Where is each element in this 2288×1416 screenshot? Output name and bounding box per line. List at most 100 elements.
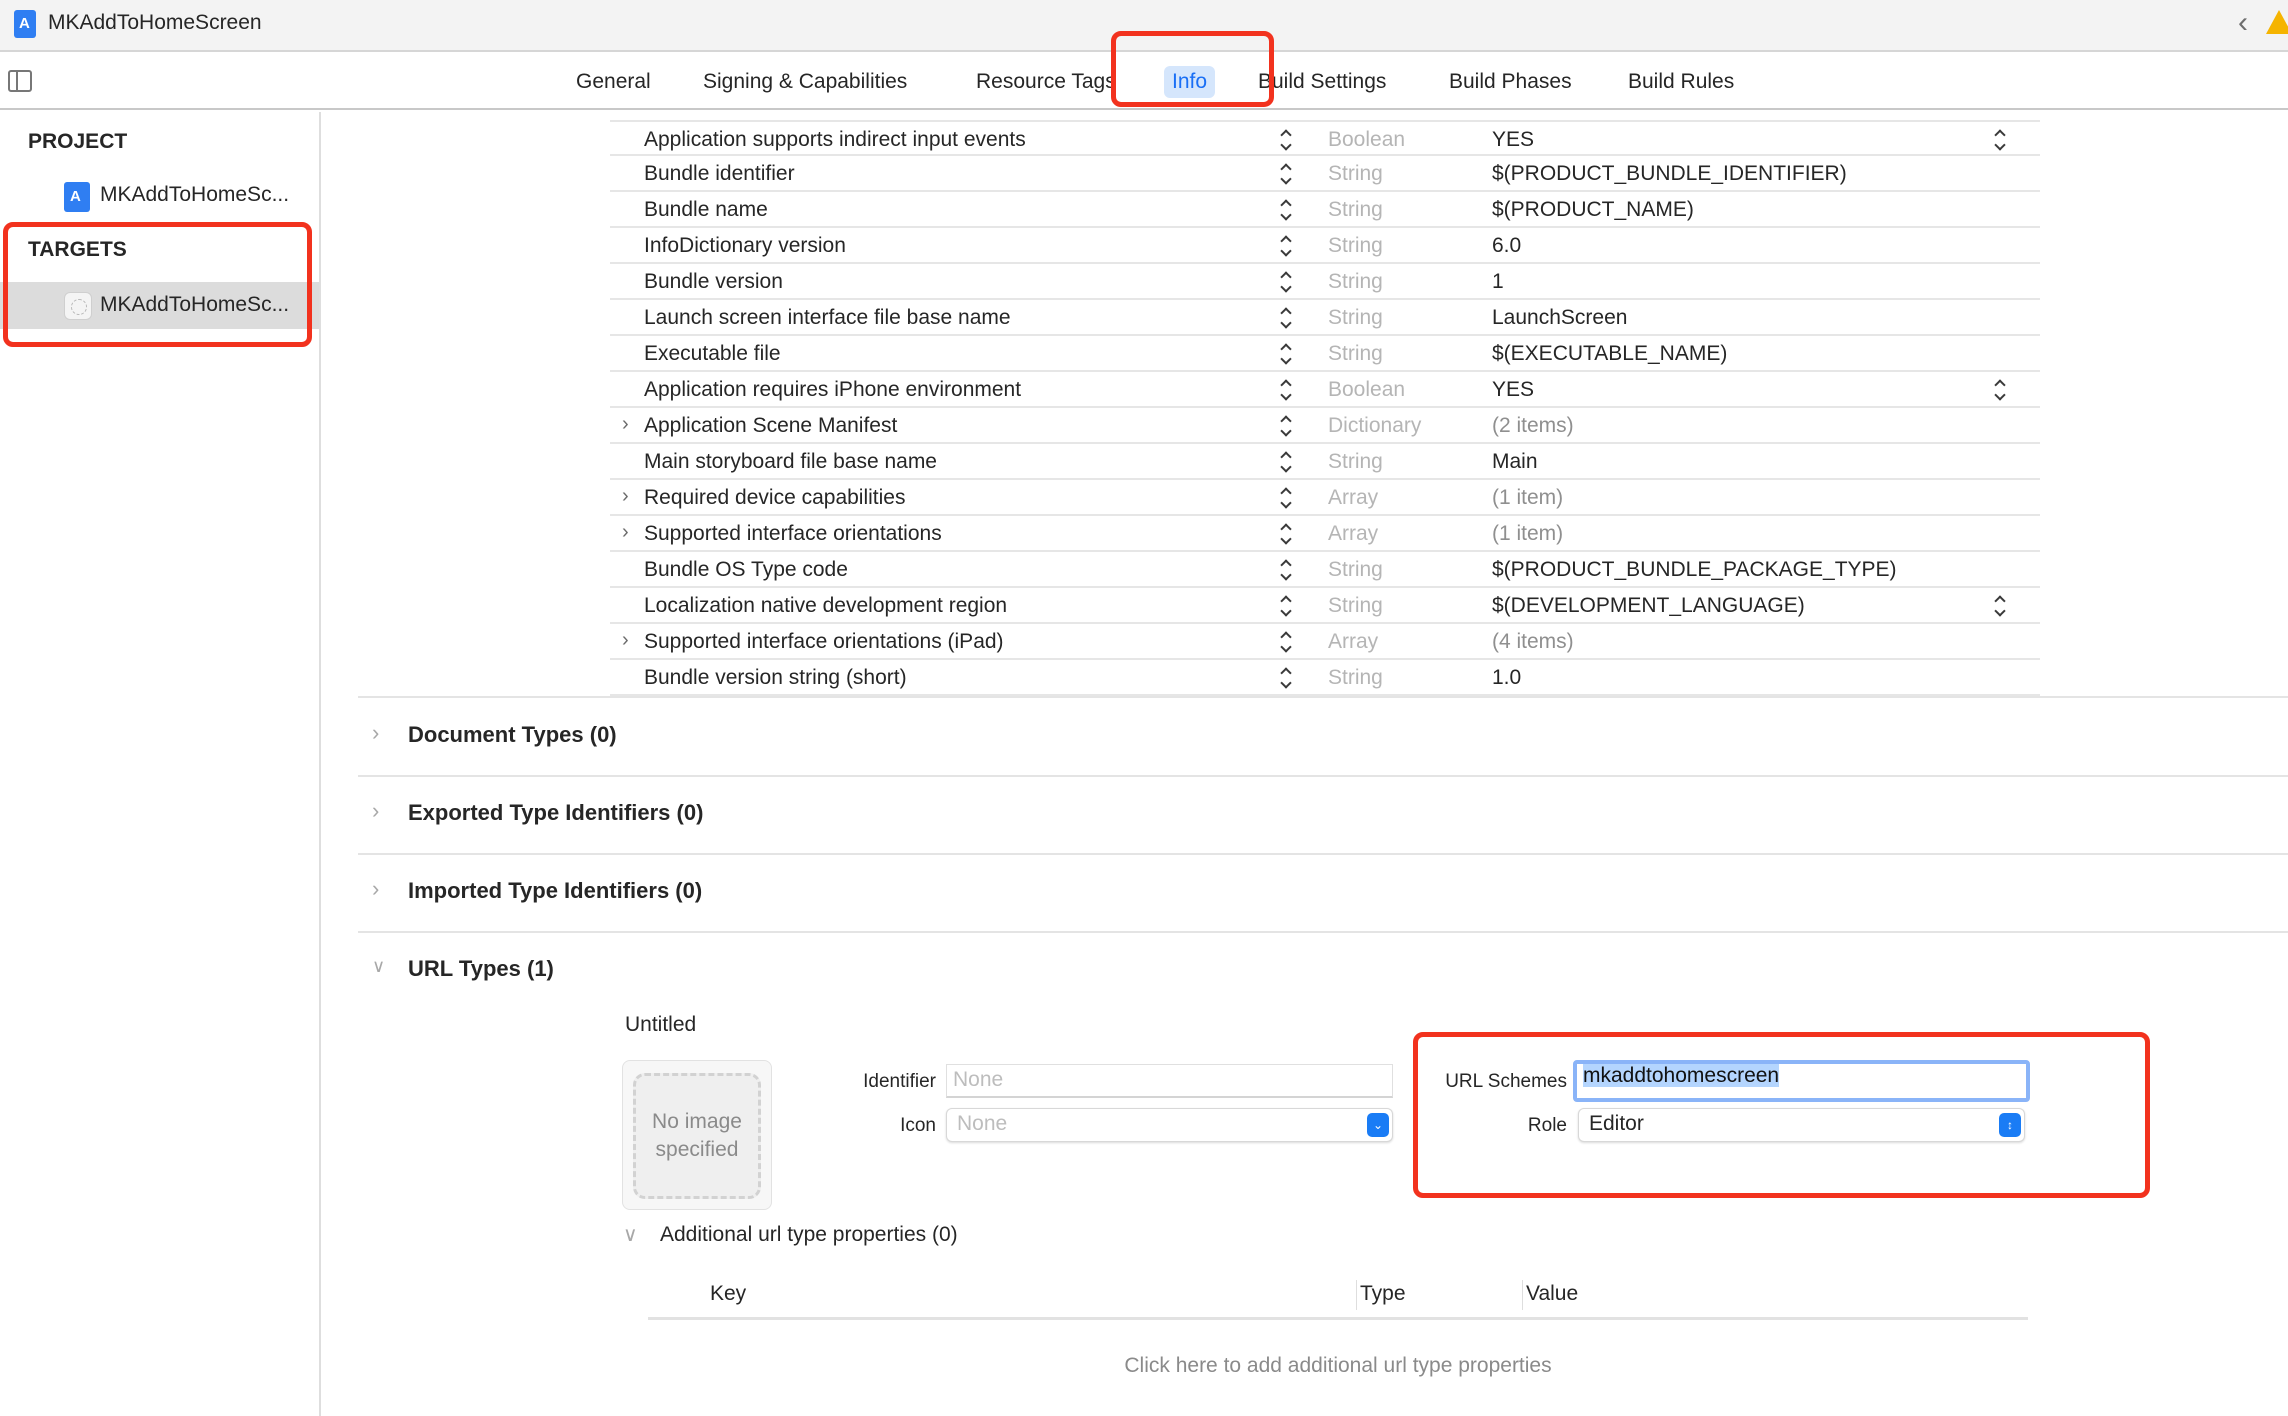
- role-popup[interactable]: Editor ↕: [1578, 1108, 2025, 1142]
- property-row[interactable]: Bundle identifier String $(PRODUCT_BUNDLE_…: [610, 156, 2040, 192]
- property-row[interactable]: Application supports indirect input even…: [610, 120, 2040, 156]
- key-stepper-icon[interactable]: [1280, 268, 1294, 296]
- property-type[interactable]: String: [1328, 162, 1383, 186]
- property-type[interactable]: String: [1328, 450, 1383, 474]
- property-value[interactable]: $(PRODUCT_BUNDLE_PACKAGE_TYPE): [1492, 558, 1897, 582]
- key-stepper-icon[interactable]: [1280, 126, 1294, 154]
- warning-icon[interactable]: [2266, 10, 2288, 34]
- property-row[interactable]: Bundle name String $(PRODUCT_NAME): [610, 192, 2040, 228]
- icon-popup[interactable]: None ⌄: [946, 1108, 1393, 1142]
- property-key[interactable]: Application requires iPhone environment: [644, 378, 1021, 402]
- property-value[interactable]: LaunchScreen: [1492, 306, 1627, 330]
- property-type[interactable]: String: [1328, 234, 1383, 258]
- property-type[interactable]: Array: [1328, 486, 1378, 510]
- column-header-type[interactable]: Type: [1360, 1282, 1406, 1306]
- property-key[interactable]: Main storyboard file base name: [644, 450, 937, 474]
- property-type[interactable]: Array: [1328, 630, 1378, 654]
- property-row[interactable]: › Supported interface orientations Array (1…: [610, 516, 2040, 552]
- property-type[interactable]: String: [1328, 594, 1383, 618]
- property-key[interactable]: Application supports indirect input even…: [644, 128, 1026, 152]
- chevron-left-icon[interactable]: ‹: [2238, 6, 2248, 40]
- url-type-image-well[interactable]: No image specified: [622, 1060, 772, 1210]
- key-stepper-icon[interactable]: [1280, 340, 1294, 368]
- tab-resource-tags[interactable]: Resource Tags: [968, 66, 1124, 98]
- property-value[interactable]: $(DEVELOPMENT_LANGUAGE): [1492, 594, 1805, 618]
- column-header-value[interactable]: Value: [1526, 1282, 1578, 1306]
- property-value[interactable]: Main: [1492, 450, 1538, 474]
- property-value[interactable]: (1 item): [1492, 522, 1563, 546]
- property-row[interactable]: › Required device capabilities Array (1 ite…: [610, 480, 2040, 516]
- property-row[interactable]: Bundle version String 1: [610, 264, 2040, 300]
- property-row[interactable]: Bundle version string (short) String 1.0: [610, 660, 2040, 696]
- property-key[interactable]: Supported interface orientations: [644, 522, 942, 546]
- property-type[interactable]: String: [1328, 270, 1383, 294]
- property-type[interactable]: String: [1328, 306, 1383, 330]
- tab-build-settings[interactable]: Build Settings: [1250, 66, 1394, 98]
- property-key[interactable]: Bundle version string (short): [644, 666, 907, 690]
- property-key[interactable]: Bundle OS Type code: [644, 558, 848, 582]
- property-row[interactable]: Localization native development region St…: [610, 588, 2040, 624]
- key-stepper-icon[interactable]: [1280, 160, 1294, 188]
- property-key[interactable]: Executable file: [644, 342, 781, 366]
- key-stepper-icon[interactable]: [1280, 412, 1294, 440]
- property-key[interactable]: Bundle version: [644, 270, 783, 294]
- tab-info[interactable]: Info: [1164, 66, 1216, 98]
- property-row[interactable]: Executable file String $(EXECUTABLE_NAME): [610, 336, 2040, 372]
- property-row[interactable]: › Application Scene Manifest Dictionary (2 …: [610, 408, 2040, 444]
- property-type[interactable]: String: [1328, 198, 1383, 222]
- value-stepper-icon[interactable]: [1994, 376, 2008, 404]
- property-row[interactable]: Application requires iPhone environment B…: [610, 372, 2040, 408]
- property-value[interactable]: 1: [1492, 270, 1504, 294]
- property-key[interactable]: Supported interface orientations (iPad): [644, 630, 1004, 654]
- property-type[interactable]: Boolean: [1328, 378, 1405, 402]
- property-key[interactable]: Launch screen interface file base name: [644, 306, 1011, 330]
- sidebar-toggle-icon[interactable]: [8, 70, 32, 92]
- property-value[interactable]: (1 item): [1492, 486, 1563, 510]
- property-value[interactable]: $(PRODUCT_BUNDLE_IDENTIFIER): [1492, 162, 1847, 186]
- tab-signing-capabilities[interactable]: Signing & Capabilities: [695, 66, 915, 98]
- column-header-key[interactable]: Key: [710, 1282, 746, 1306]
- key-stepper-icon[interactable]: [1280, 592, 1294, 620]
- property-type[interactable]: Array: [1328, 522, 1378, 546]
- chevron-right-icon[interactable]: ›: [622, 485, 629, 508]
- property-value[interactable]: (4 items): [1492, 630, 1574, 654]
- property-key[interactable]: InfoDictionary version: [644, 234, 846, 258]
- property-row[interactable]: InfoDictionary version String 6.0: [610, 228, 2040, 264]
- chevron-right-icon[interactable]: ›: [622, 629, 629, 652]
- property-value[interactable]: $(EXECUTABLE_NAME): [1492, 342, 1727, 366]
- property-row[interactable]: › Supported interface orientations (iPad)…: [610, 624, 2040, 660]
- property-key[interactable]: Localization native development region: [644, 594, 1007, 618]
- value-stepper-icon[interactable]: [1994, 592, 2008, 620]
- key-stepper-icon[interactable]: [1280, 520, 1294, 548]
- key-stepper-icon[interactable]: [1280, 628, 1294, 656]
- identifier-input[interactable]: None: [946, 1064, 1393, 1098]
- sidebar-item-project[interactable]: MKAddToHomeSc...: [0, 172, 319, 219]
- property-type[interactable]: Boolean: [1328, 128, 1405, 152]
- property-row[interactable]: Main storyboard file base name String Main: [610, 444, 2040, 480]
- property-key[interactable]: Bundle name: [644, 198, 768, 222]
- property-value[interactable]: $(PRODUCT_NAME): [1492, 198, 1694, 222]
- property-key[interactable]: Bundle identifier: [644, 162, 795, 186]
- property-value[interactable]: (2 items): [1492, 414, 1574, 438]
- key-stepper-icon[interactable]: [1280, 556, 1294, 584]
- chevron-down-icon[interactable]: ∨: [372, 956, 385, 977]
- key-stepper-icon[interactable]: [1280, 304, 1294, 332]
- key-stepper-icon[interactable]: [1280, 196, 1294, 224]
- chevron-right-icon[interactable]: ›: [622, 413, 629, 436]
- property-row[interactable]: Launch screen interface file base name St…: [610, 300, 2040, 336]
- value-stepper-icon[interactable]: [1994, 126, 2008, 154]
- property-row[interactable]: Bundle OS Type code String $(PRODUCT_BUNDL…: [610, 552, 2040, 588]
- url-schemes-input[interactable]: mkaddtohomescreen: [1573, 1060, 2030, 1102]
- key-stepper-icon[interactable]: [1280, 664, 1294, 692]
- property-type[interactable]: String: [1328, 666, 1383, 690]
- tab-build-rules[interactable]: Build Rules: [1620, 66, 1742, 98]
- chevron-down-icon[interactable]: ∨: [623, 1222, 638, 1247]
- tab-general[interactable]: General: [568, 66, 659, 98]
- chevron-right-icon[interactable]: ›: [372, 798, 379, 824]
- property-key[interactable]: Required device capabilities: [644, 486, 906, 510]
- add-properties-hint[interactable]: Click here to add additional url type pr…: [648, 1354, 2028, 1378]
- property-type[interactable]: String: [1328, 558, 1383, 582]
- key-stepper-icon[interactable]: [1280, 376, 1294, 404]
- property-value[interactable]: 1.0: [1492, 666, 1521, 690]
- property-type[interactable]: Dictionary: [1328, 414, 1421, 438]
